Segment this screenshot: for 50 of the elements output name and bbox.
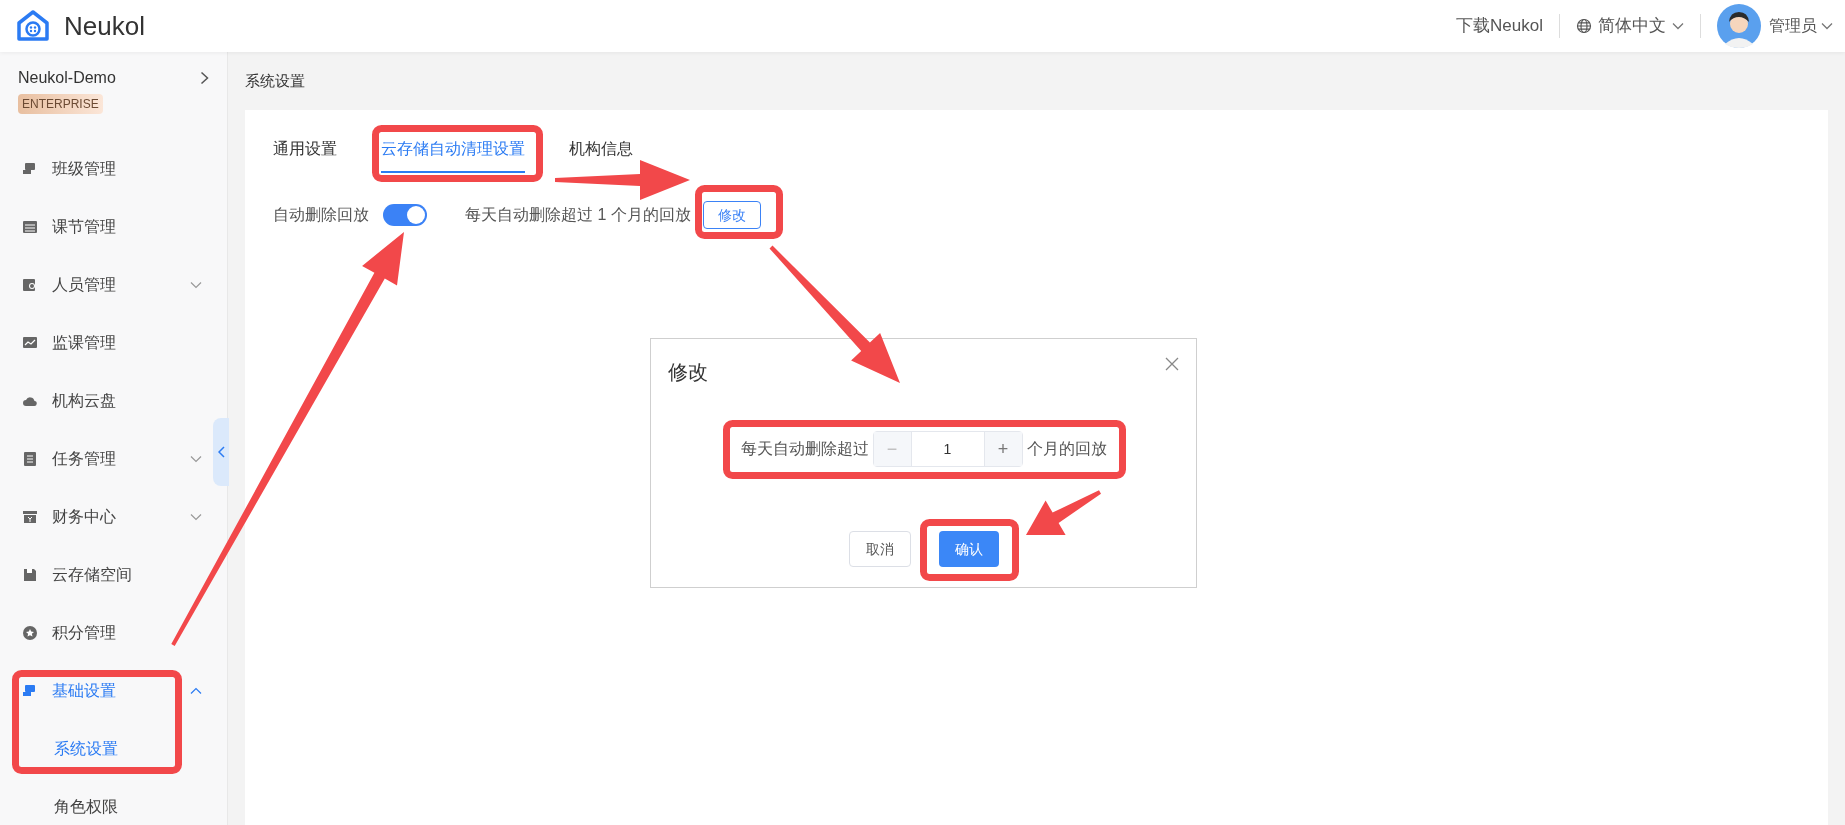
edit-button[interactable]: 修改 bbox=[702, 201, 761, 229]
chevron-down-icon bbox=[190, 281, 202, 289]
box-icon bbox=[22, 509, 38, 525]
chevron-down-icon bbox=[190, 455, 202, 463]
sidebar-item[interactable]: 人员管理 bbox=[0, 256, 212, 314]
sidebar-item[interactable]: 财务中心 bbox=[0, 488, 212, 546]
download-link[interactable]: 下载Neukol bbox=[1440, 13, 1559, 39]
avatar[interactable] bbox=[1717, 4, 1761, 48]
sidebar-item[interactable]: 任务管理 bbox=[0, 430, 212, 488]
setting-label: 自动删除回放 bbox=[273, 205, 369, 225]
dialog-title: 修改 bbox=[668, 360, 708, 385]
sidebar-item[interactable]: 基础设置 bbox=[0, 662, 212, 720]
list-icon bbox=[22, 451, 38, 467]
globe-icon bbox=[1576, 18, 1592, 34]
toggle-switch[interactable] bbox=[383, 204, 427, 226]
close-icon[interactable] bbox=[1165, 357, 1179, 371]
sidebar-item[interactable]: 监课管理 bbox=[0, 314, 212, 372]
save-icon bbox=[22, 567, 38, 583]
submenu-item[interactable]: 系统设置 bbox=[0, 720, 212, 778]
cancel-button[interactable]: 取消 bbox=[848, 531, 911, 567]
increment-button[interactable]: + bbox=[983, 432, 1022, 466]
sidebar-item[interactable]: 班级管理 bbox=[0, 140, 212, 198]
page-title: 系统设置 bbox=[245, 70, 305, 91]
language-selector[interactable]: 简体中文 bbox=[1560, 13, 1700, 39]
chevron-down-icon bbox=[1821, 22, 1833, 30]
sidebar-item[interactable]: 机构云盘 bbox=[0, 372, 212, 430]
sidebar-item[interactable]: 积分管理 bbox=[0, 604, 212, 662]
setting-description: 每天自动删除超过 1 个月的回放 bbox=[465, 205, 691, 225]
chevron-up-icon bbox=[190, 687, 202, 695]
tab[interactable]: 云存储自动清理设置 bbox=[381, 137, 525, 173]
confirm-button[interactable]: 确认 bbox=[938, 531, 999, 567]
submenu-item[interactable]: 角色权限 bbox=[0, 778, 212, 825]
tab[interactable]: 机构信息 bbox=[569, 137, 633, 173]
chevron-down-icon bbox=[1672, 22, 1684, 30]
number-stepper[interactable]: − 1 + bbox=[872, 431, 1023, 467]
user-menu[interactable]: 管理员 bbox=[1769, 14, 1833, 38]
sidebar-item[interactable]: 课节管理 bbox=[0, 198, 212, 256]
organization-name[interactable]: Neukol-Demo bbox=[18, 66, 116, 90]
chart-icon bbox=[22, 335, 38, 351]
tab[interactable]: 通用设置 bbox=[273, 137, 337, 173]
chevron-right-icon[interactable] bbox=[200, 71, 209, 85]
plan-badge: ENTERPRISE bbox=[18, 94, 103, 114]
sidebar-item[interactable]: 云存储空间 bbox=[0, 546, 212, 604]
app-name: Neukol bbox=[64, 9, 145, 43]
chevron-down-icon bbox=[190, 513, 202, 521]
collapse-handle[interactable] bbox=[213, 418, 229, 486]
field-prefix: 每天自动删除超过 bbox=[740, 439, 869, 459]
chevron-left-icon bbox=[217, 446, 225, 458]
list-icon bbox=[22, 219, 38, 235]
field-suffix: 个月的回放 bbox=[1026, 439, 1107, 459]
